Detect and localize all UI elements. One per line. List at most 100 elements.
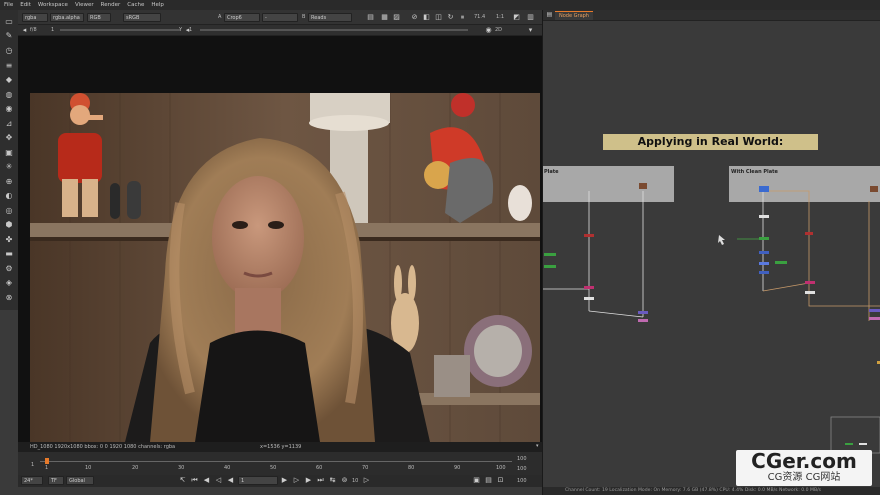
fstop-value[interactable]: 1 [51, 27, 54, 33]
node-graph-drawing [543, 166, 880, 454]
clip-icon[interactable]: ▨ [392, 12, 401, 22]
loop-end-icon[interactable]: ↹ [328, 475, 337, 485]
prev-frame-icon[interactable]: ◁ [214, 475, 223, 485]
sticky-note[interactable]: Applying in Real World: [603, 134, 818, 150]
cara-icon[interactable]: ◈ [4, 277, 14, 287]
transform-icon[interactable]: ✥ [4, 132, 14, 142]
viewer-info-bar: HD_1080 1920x1080 bbox: 0 0 1920 1080 ch… [18, 442, 542, 452]
overlay-icon[interactable]: ◧ [422, 12, 431, 22]
mask-icon[interactable]: ◫ [434, 12, 443, 22]
pane-menu-icon[interactable]: ▤ [545, 10, 554, 20]
loop-start-icon[interactable]: ↸ [178, 475, 187, 485]
input-a-label: A [218, 14, 222, 20]
format-info: HD_1080 1920x1080 bbox: 0 0 1920 1080 ch… [30, 444, 176, 450]
channel-icon[interactable]: ≡ [4, 60, 14, 70]
viewer-menu-icon[interactable]: ▾ [526, 25, 535, 35]
tick-50: 50 [270, 465, 277, 471]
filter-icon[interactable]: ◍ [4, 89, 14, 99]
fps-dropdown[interactable]: 24* [21, 476, 43, 485]
gamma-slider[interactable] [200, 29, 468, 31]
deep-icon[interactable]: ⊕ [4, 176, 14, 186]
playhead[interactable] [45, 458, 49, 464]
next-frame-icon[interactable]: ▷ [292, 475, 301, 485]
menu-file[interactable]: File [4, 2, 13, 8]
view-mode[interactable]: 2D [495, 27, 502, 33]
y-label: Y [179, 27, 183, 33]
watermark: CGer.com CG资源 CG网站 [736, 450, 872, 486]
time-icon[interactable]: ◷ [4, 45, 14, 55]
backdrop-clean-plate-label: With Clean Plate [731, 169, 778, 175]
play-back-icon[interactable]: ◀ [226, 475, 235, 485]
metadata-icon[interactable]: ◎ [4, 205, 14, 215]
timeline[interactable]: 1 1 10 20 30 40 50 60 70 80 90 100 100 1… [18, 452, 542, 475]
play-icon[interactable]: ▶ [280, 475, 289, 485]
step-forward-icon[interactable]: ▷ [362, 475, 371, 485]
tick-1: 1 [45, 465, 49, 471]
wipe-icon[interactable]: ◩ [512, 12, 521, 22]
woman-photo [30, 93, 540, 442]
menu-viewer[interactable]: Viewer [75, 2, 94, 8]
keyer-icon[interactable]: ◉ [4, 103, 14, 113]
ratio-value[interactable]: 1:1 [496, 14, 504, 20]
first-frame-icon[interactable]: ⏮ [190, 475, 199, 485]
status-text: Channel Count: 19 Localization Mode: On … [565, 488, 822, 493]
3d-icon[interactable]: ▣ [4, 147, 14, 157]
color-icon[interactable]: ◆ [4, 74, 14, 84]
gain-slider[interactable] [60, 29, 180, 31]
image-icon[interactable]: ▭ [4, 16, 14, 26]
other-icon[interactable]: ✤ [4, 234, 14, 244]
timecode-dropdown[interactable]: TF [48, 476, 64, 485]
backdrop-plate-label: Plate [544, 169, 559, 175]
cursor-coords: x=1536 y=1139 [260, 444, 302, 450]
plugin-icon[interactable]: ⊗ [4, 292, 14, 302]
step-value[interactable]: 10 [352, 478, 358, 484]
menu-help[interactable]: Help [151, 2, 164, 8]
colorspace-dropdown[interactable]: sRGB [123, 13, 161, 22]
menu-render[interactable]: Render [101, 2, 121, 8]
refresh-icon[interactable]: ↻ [446, 12, 455, 22]
alpha-dropdown[interactable]: rgba.alpha [50, 13, 84, 22]
input-b-dropdown[interactable]: Reads [308, 13, 352, 22]
settings-icon[interactable]: ▥ [526, 12, 535, 22]
frame-input[interactable]: 1 [238, 476, 278, 485]
gain-icon[interactable]: ◂ [20, 25, 29, 35]
rgb-dropdown[interactable]: RGB [87, 13, 111, 22]
camera-icon[interactable]: ◉ [484, 25, 493, 35]
last-frame-icon[interactable]: ⏭ [316, 475, 325, 485]
input-mode-dropdown[interactable]: - [262, 13, 298, 22]
cache-icon[interactable]: ▤ [484, 475, 493, 485]
ofx-icon[interactable]: ⚙ [4, 263, 14, 273]
zoom-value[interactable]: 71.4 [474, 14, 485, 20]
y-value[interactable]: 1 [189, 27, 192, 33]
views-icon[interactable]: ◐ [4, 190, 14, 200]
viewer-toolbar: rgba rgba.alpha RGB sRGB A Crop6 - B Rea… [18, 10, 542, 25]
pause-icon[interactable]: ⏸ [458, 12, 467, 22]
channels-dropdown[interactable]: rgba [22, 13, 48, 22]
watermark-main: CGer.com [751, 449, 857, 473]
tick-100: 100 [496, 465, 506, 471]
prev-key-icon[interactable]: ◀ [202, 475, 211, 485]
draw-icon[interactable]: ✎ [4, 30, 14, 40]
input-a-dropdown[interactable]: Crop6 [224, 13, 260, 22]
skip-icon[interactable]: ⊚ [340, 475, 349, 485]
backdrop-plate[interactable] [543, 166, 674, 202]
next-key-icon[interactable]: ▶ [304, 475, 313, 485]
furnace-icon[interactable]: ▬ [4, 248, 14, 258]
menu-edit[interactable]: Edit [20, 2, 31, 8]
merge-icon[interactable]: ⊿ [4, 118, 14, 128]
range-dropdown[interactable]: Global [66, 476, 94, 485]
info-expand-icon[interactable]: ▾ [536, 443, 539, 449]
tick-40: 40 [224, 465, 231, 471]
proxy-icon[interactable]: ⊘ [410, 12, 419, 22]
roi-icon[interactable]: ▦ [380, 12, 389, 22]
tab-node-graph[interactable]: Node Graph [555, 11, 593, 20]
node-graph-canvas[interactable]: Applying in Real World: Plate With Clean… [543, 21, 880, 487]
menu-workspace[interactable]: Workspace [38, 2, 68, 8]
sync-icon[interactable]: ⊡ [496, 475, 505, 485]
toolsets-icon[interactable]: ⬢ [4, 219, 14, 229]
particles-icon[interactable]: ✳ [4, 161, 14, 171]
flipbook-icon[interactable]: ▣ [472, 475, 481, 485]
timeline-track[interactable] [40, 461, 512, 462]
lock-icon[interactable]: ▤ [366, 12, 375, 22]
menu-cache[interactable]: Cache [127, 2, 144, 8]
